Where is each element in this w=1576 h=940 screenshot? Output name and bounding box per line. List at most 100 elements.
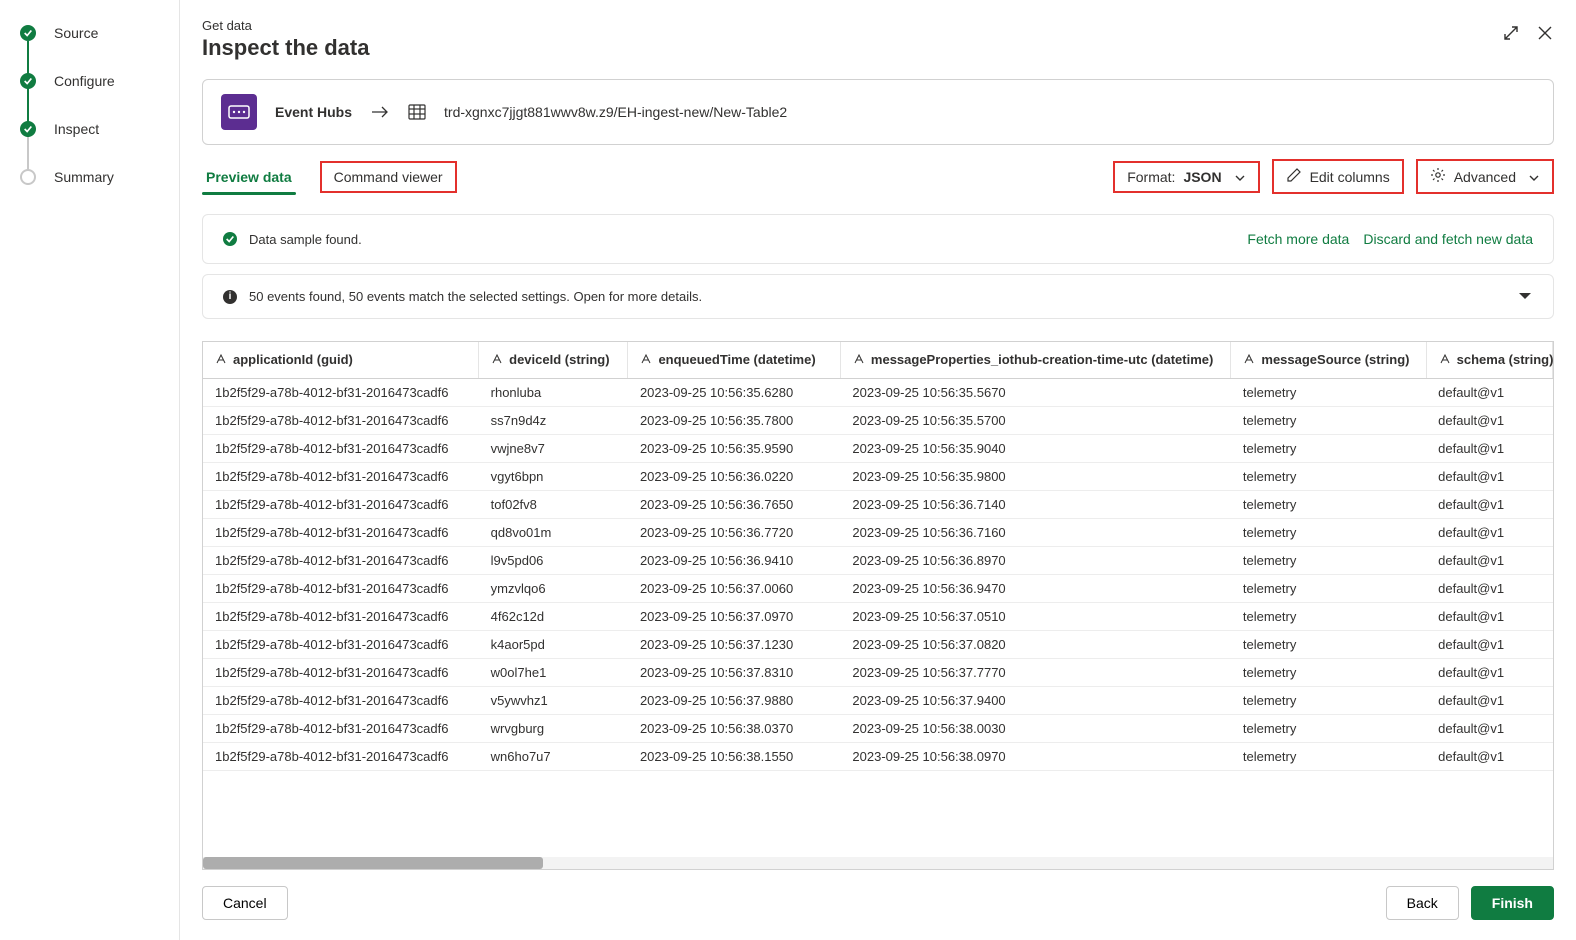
tab-command-viewer[interactable]: Command viewer xyxy=(320,161,457,193)
close-icon[interactable] xyxy=(1536,24,1554,45)
table-row[interactable]: 1b2f5f29-a78b-4012-bf31-2016473cadf6vwjn… xyxy=(203,435,1553,463)
column-header[interactable]: applicationId (guid) xyxy=(203,342,479,379)
table-cell: 1b2f5f29-a78b-4012-bf31-2016473cadf6 xyxy=(203,519,479,547)
table-cell: 1b2f5f29-a78b-4012-bf31-2016473cadf6 xyxy=(203,463,479,491)
table-cell: telemetry xyxy=(1231,575,1426,603)
check-icon xyxy=(20,25,36,41)
table-cell: 1b2f5f29-a78b-4012-bf31-2016473cadf6 xyxy=(203,379,479,407)
column-header[interactable]: messageSource (string) xyxy=(1231,342,1426,379)
table-cell: telemetry xyxy=(1231,743,1426,771)
column-header[interactable]: messageProperties_iothub-creation-time-u… xyxy=(840,342,1230,379)
table-row[interactable]: 1b2f5f29-a78b-4012-bf31-2016473cadf6l9v5… xyxy=(203,547,1553,575)
table-cell: 1b2f5f29-a78b-4012-bf31-2016473cadf6 xyxy=(203,687,479,715)
table-cell: 1b2f5f29-a78b-4012-bf31-2016473cadf6 xyxy=(203,407,479,435)
table-cell: 2023-09-25 10:56:37.0060 xyxy=(628,575,840,603)
tabs: Preview data Command viewer xyxy=(202,161,481,193)
table-cell: 2023-09-25 10:56:38.1550 xyxy=(628,743,840,771)
table-row[interactable]: 1b2f5f29-a78b-4012-bf31-2016473cadf6k4ao… xyxy=(203,631,1553,659)
table-row[interactable]: 1b2f5f29-a78b-4012-bf31-2016473cadf6wn6h… xyxy=(203,743,1553,771)
events-info-bar[interactable]: i 50 events found, 50 events match the s… xyxy=(202,274,1554,319)
column-header[interactable]: deviceId (string) xyxy=(479,342,628,379)
table-cell: vwjne8v7 xyxy=(479,435,628,463)
table-cell: 2023-09-25 10:56:36.8970 xyxy=(840,547,1230,575)
table-row[interactable]: 1b2f5f29-a78b-4012-bf31-2016473cadf6ymzv… xyxy=(203,575,1553,603)
column-header[interactable]: schema (string) xyxy=(1426,342,1552,379)
table-cell: 2023-09-25 10:56:38.0370 xyxy=(628,715,840,743)
horizontal-scrollbar[interactable] xyxy=(203,857,1553,869)
table-cell: 1b2f5f29-a78b-4012-bf31-2016473cadf6 xyxy=(203,631,479,659)
table-row[interactable]: 1b2f5f29-a78b-4012-bf31-2016473cadf6ss7n… xyxy=(203,407,1553,435)
format-value: JSON xyxy=(1183,169,1221,185)
table-icon xyxy=(408,104,426,120)
table-cell: default@v1 xyxy=(1426,435,1552,463)
table-row[interactable]: 1b2f5f29-a78b-4012-bf31-2016473cadf6qd8v… xyxy=(203,519,1553,547)
main-panel: Get data Inspect the data Event Hubs trd… xyxy=(180,0,1576,940)
table-row[interactable]: 1b2f5f29-a78b-4012-bf31-2016473cadf6tof0… xyxy=(203,491,1553,519)
page-title: Inspect the data xyxy=(202,35,369,61)
table-row[interactable]: 1b2f5f29-a78b-4012-bf31-2016473cadf6w0ol… xyxy=(203,659,1553,687)
info-icon: i xyxy=(223,290,237,304)
format-label: Format: xyxy=(1127,169,1175,185)
table-cell: default@v1 xyxy=(1426,379,1552,407)
table-cell: 2023-09-25 10:56:35.5670 xyxy=(840,379,1230,407)
table-cell: telemetry xyxy=(1231,491,1426,519)
edit-columns-label: Edit columns xyxy=(1310,169,1390,185)
cancel-button[interactable]: Cancel xyxy=(202,886,288,920)
table-cell: default@v1 xyxy=(1426,547,1552,575)
table-cell: 2023-09-25 10:56:36.7160 xyxy=(840,519,1230,547)
column-type-icon xyxy=(853,353,865,368)
tab-preview-data[interactable]: Preview data xyxy=(202,161,296,193)
table-cell: telemetry xyxy=(1231,547,1426,575)
step-label: Configure xyxy=(54,73,115,89)
table-row[interactable]: 1b2f5f29-a78b-4012-bf31-2016473cadf6vgyt… xyxy=(203,463,1553,491)
step-source[interactable]: Source xyxy=(20,25,179,41)
table-cell: default@v1 xyxy=(1426,463,1552,491)
step-label: Source xyxy=(54,25,98,41)
source-name: Event Hubs xyxy=(275,104,352,120)
table-cell: telemetry xyxy=(1231,379,1426,407)
table-cell: 1b2f5f29-a78b-4012-bf31-2016473cadf6 xyxy=(203,575,479,603)
column-header[interactable]: enqueuedTime (datetime) xyxy=(628,342,840,379)
column-type-icon xyxy=(1439,353,1451,368)
column-type-icon xyxy=(215,353,227,368)
format-dropdown[interactable]: Format: JSON xyxy=(1113,161,1259,193)
table-cell: 2023-09-25 10:56:36.9410 xyxy=(628,547,840,575)
table-row[interactable]: 1b2f5f29-a78b-4012-bf31-2016473cadf6v5yw… xyxy=(203,687,1553,715)
step-label: Summary xyxy=(54,169,114,185)
pencil-icon xyxy=(1286,167,1302,186)
chevron-down-icon xyxy=(1528,169,1540,185)
table-cell: 2023-09-25 10:56:36.7140 xyxy=(840,491,1230,519)
discard-link[interactable]: Discard and fetch new data xyxy=(1363,231,1533,247)
table-row[interactable]: 1b2f5f29-a78b-4012-bf31-2016473cadf6wrvg… xyxy=(203,715,1553,743)
table-row[interactable]: 1b2f5f29-a78b-4012-bf31-2016473cadf6rhon… xyxy=(203,379,1553,407)
finish-button[interactable]: Finish xyxy=(1471,886,1554,920)
back-button[interactable]: Back xyxy=(1386,886,1459,920)
gear-icon xyxy=(1430,167,1446,186)
step-configure[interactable]: Configure xyxy=(20,73,179,89)
expand-icon[interactable] xyxy=(1502,24,1520,45)
table-cell: telemetry xyxy=(1231,463,1426,491)
table-cell: qd8vo01m xyxy=(479,519,628,547)
table-cell: 2023-09-25 10:56:35.6280 xyxy=(628,379,840,407)
table-row[interactable]: 1b2f5f29-a78b-4012-bf31-2016473cadf64f62… xyxy=(203,603,1553,631)
edit-columns-button[interactable]: Edit columns xyxy=(1272,159,1404,194)
table-cell: 2023-09-25 10:56:35.9800 xyxy=(840,463,1230,491)
step-inspect[interactable]: Inspect xyxy=(20,121,179,137)
table-cell: 2023-09-25 10:56:37.8310 xyxy=(628,659,840,687)
table-cell: telemetry xyxy=(1231,631,1426,659)
advanced-dropdown[interactable]: Advanced xyxy=(1416,159,1554,194)
advanced-label: Advanced xyxy=(1454,169,1516,185)
step-summary[interactable]: Summary xyxy=(20,169,179,185)
table-cell: 1b2f5f29-a78b-4012-bf31-2016473cadf6 xyxy=(203,491,479,519)
table-cell: wn6ho7u7 xyxy=(479,743,628,771)
table-cell: l9v5pd06 xyxy=(479,547,628,575)
table-cell: 2023-09-25 10:56:35.9040 xyxy=(840,435,1230,463)
fetch-more-link[interactable]: Fetch more data xyxy=(1247,231,1349,247)
table-cell: default@v1 xyxy=(1426,743,1552,771)
caret-down-icon[interactable] xyxy=(1517,289,1533,304)
table-cell: 4f62c12d xyxy=(479,603,628,631)
source-bar: Event Hubs trd-xgnxc7jjgt881wwv8w.z9/EH-… xyxy=(202,79,1554,145)
table-cell: vgyt6bpn xyxy=(479,463,628,491)
table-cell: default@v1 xyxy=(1426,491,1552,519)
table-cell: 2023-09-25 10:56:36.9470 xyxy=(840,575,1230,603)
